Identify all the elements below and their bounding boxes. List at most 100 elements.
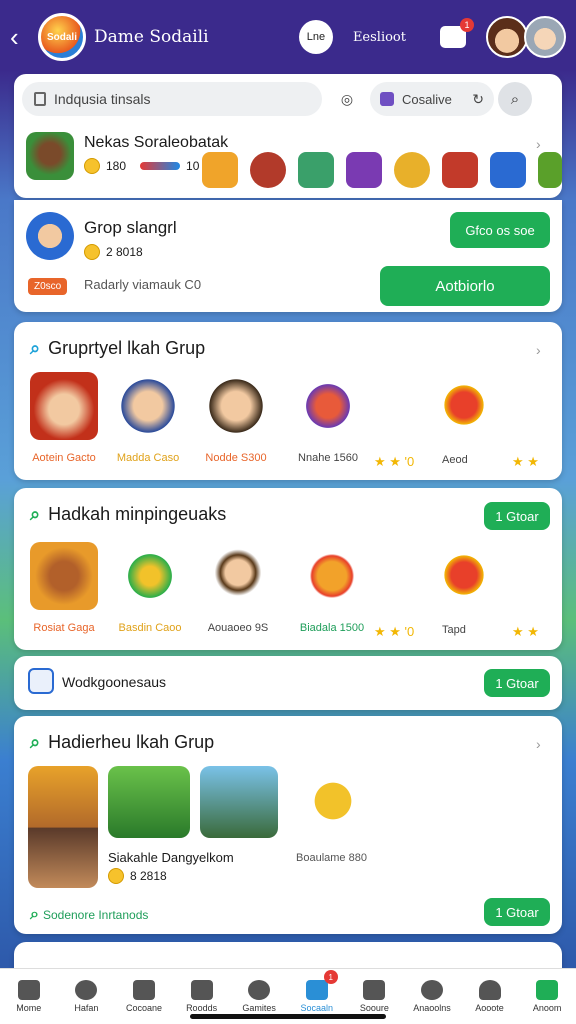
person-icon	[478, 980, 501, 1000]
group-subtitle: Radarly viamauk C0	[84, 277, 202, 292]
back-arrow-icon[interactable]: ‹	[10, 22, 30, 53]
game-label: Basdin Caoo	[118, 622, 182, 634]
rating-stars: ★ ★ '0	[374, 454, 415, 469]
nav-label: Sooure	[359, 1003, 389, 1013]
more-icon	[536, 980, 559, 1000]
group-secondary-button[interactable]: Gfco os soe	[450, 212, 550, 248]
chevron-right-icon[interactable]: ›	[536, 736, 541, 752]
chip-icon	[380, 92, 394, 106]
mascot-art[interactable]	[434, 544, 494, 606]
nav-item-profile[interactable]: Aooote	[464, 980, 516, 1013]
game-label: Nodde S300	[205, 452, 267, 464]
work-bar-button[interactable]: 1 Gtoar	[484, 669, 550, 697]
sticker[interactable]	[490, 152, 526, 188]
avatar[interactable]	[524, 16, 566, 58]
nav-item-social[interactable]: 1 Socaaln	[291, 970, 343, 1013]
sticker[interactable]	[298, 152, 334, 188]
search-icon: ⌕	[510, 90, 520, 108]
target-icon[interactable]: ◎	[334, 86, 360, 112]
work-bar-title: Wodkgoonesaus	[62, 674, 167, 690]
lock-icon	[34, 92, 46, 106]
progress-bar	[140, 162, 181, 170]
sticker[interactable]	[202, 152, 238, 188]
nav-label: Anaoolns	[413, 1003, 451, 1013]
notification-icon[interactable]: 1	[440, 18, 474, 48]
nav-label: Hafan	[74, 1003, 99, 1013]
game-cover[interactable]	[28, 766, 98, 888]
filter-chip[interactable]: Cosalive ↻	[370, 82, 494, 116]
sticker[interactable]	[442, 152, 478, 188]
game-tile[interactable]: Biadala 1500	[298, 542, 366, 634]
top-bar: ‹ Sodali Dame Sodaili Lne Eeslioot 1	[0, 0, 576, 74]
rating-stars: ★ ★ '0	[374, 624, 415, 639]
coin-icon	[108, 868, 124, 884]
app-logo[interactable]: Sodali	[38, 13, 86, 61]
game-tile[interactable]: Nnahe 1560	[294, 372, 362, 464]
game-label: Rosiat Gaga	[33, 622, 95, 634]
search-placeholder: Indqusia tinsals	[54, 91, 151, 107]
mascot-label: Boaulame 880	[296, 852, 367, 864]
nav-item-activities[interactable]: Gamites	[233, 980, 285, 1013]
nav-item-stats[interactable]: Sooure	[348, 980, 400, 1013]
home-indicator[interactable]	[190, 1014, 386, 1019]
game-tile[interactable]: Aotein Gacto	[30, 372, 98, 464]
avatar[interactable]	[486, 16, 528, 58]
sticker[interactable]	[250, 152, 286, 188]
group-primary-button[interactable]: Aotbiorlo	[380, 266, 550, 306]
chevron-right-icon[interactable]: ›	[536, 136, 541, 152]
search-icon: ⌕	[30, 906, 39, 923]
featured-stat: 180	[106, 159, 127, 173]
game-cover[interactable]	[200, 766, 278, 838]
nav-item-games[interactable]: Cocoane	[118, 980, 170, 1013]
featured-stats: 180 10	[84, 158, 199, 174]
game-tile[interactable]: Madda Caso	[114, 372, 182, 464]
game-label: Aotein Gacto	[32, 452, 96, 464]
search-icon: ⌕	[30, 338, 41, 358]
logo-text: Sodali	[46, 31, 77, 43]
group-avatar[interactable]	[26, 212, 74, 260]
section-action-button[interactable]: 1 Gtoar	[484, 502, 550, 530]
profile-pill[interactable]: Lne	[298, 20, 333, 54]
search-button[interactable]: ⌕	[498, 82, 532, 116]
app-title: Dame Sodaili	[94, 27, 209, 47]
work-bar: Wodkgoonesaus 1 Gtoar	[14, 656, 562, 710]
avatar-group[interactable]	[486, 16, 566, 58]
filter-chip-label: Cosalive	[402, 91, 452, 107]
section-title-text: Gruprtyel lkah Grup	[48, 338, 206, 358]
mascot-art[interactable]	[302, 768, 364, 834]
game-cover[interactable]	[108, 766, 190, 838]
nav-item-home[interactable]: Mome	[3, 980, 55, 1013]
search-input[interactable]: Indqusia tinsals	[22, 82, 322, 116]
game-tile[interactable]: Basdin Caoo	[116, 542, 184, 634]
game-tile[interactable]: Nodde S300	[202, 372, 270, 464]
group-card: Grop slangrl 2 8018 Z0sco Radarly viamau…	[14, 200, 562, 312]
game-art	[298, 542, 366, 610]
nav-item-rewards[interactable]: Roodds	[176, 980, 228, 1013]
mascot-art[interactable]	[434, 374, 494, 436]
sticker[interactable]	[394, 152, 430, 188]
nav-item-more[interactable]: Anoom	[521, 980, 573, 1013]
group-title: Grop slangrl	[84, 218, 177, 237]
chevron-right-icon[interactable]: ›	[536, 342, 541, 358]
chart-icon	[363, 980, 386, 1000]
profile-pill-label: Lne	[306, 31, 326, 43]
gear-icon	[420, 980, 443, 1000]
featured-thumbnail[interactable]	[26, 132, 74, 180]
nav-item-search[interactable]: Hafan	[60, 980, 112, 1013]
game-stat: 8 2818	[130, 869, 167, 883]
sticker[interactable]	[538, 152, 562, 188]
footer-link[interactable]: ⌕ Sodenore Inrtanods	[30, 906, 148, 924]
top-link[interactable]: Eeslioot	[353, 30, 406, 45]
game-art	[30, 542, 98, 610]
group-stat-row: 2 8018	[84, 244, 143, 260]
game-tile[interactable]: Rosiat Gaga	[30, 542, 98, 634]
game-tile[interactable]: Aouaoeo 9S	[204, 542, 272, 634]
sticker[interactable]	[346, 152, 382, 188]
game-label: Aouaoeo 9S	[207, 622, 269, 634]
game-art	[116, 542, 184, 610]
section-group-games: ⌕ Hadierheu lkah Grup › Siakahle Dangyel…	[14, 716, 562, 934]
game-stat-row: 8 2818	[108, 868, 167, 884]
section-action-button[interactable]: 1 Gtoar	[484, 898, 550, 926]
nav-item-settings[interactable]: Anaoolns	[406, 980, 458, 1013]
section-title: ⌕ Gruprtyel lkah Grup	[30, 338, 205, 359]
